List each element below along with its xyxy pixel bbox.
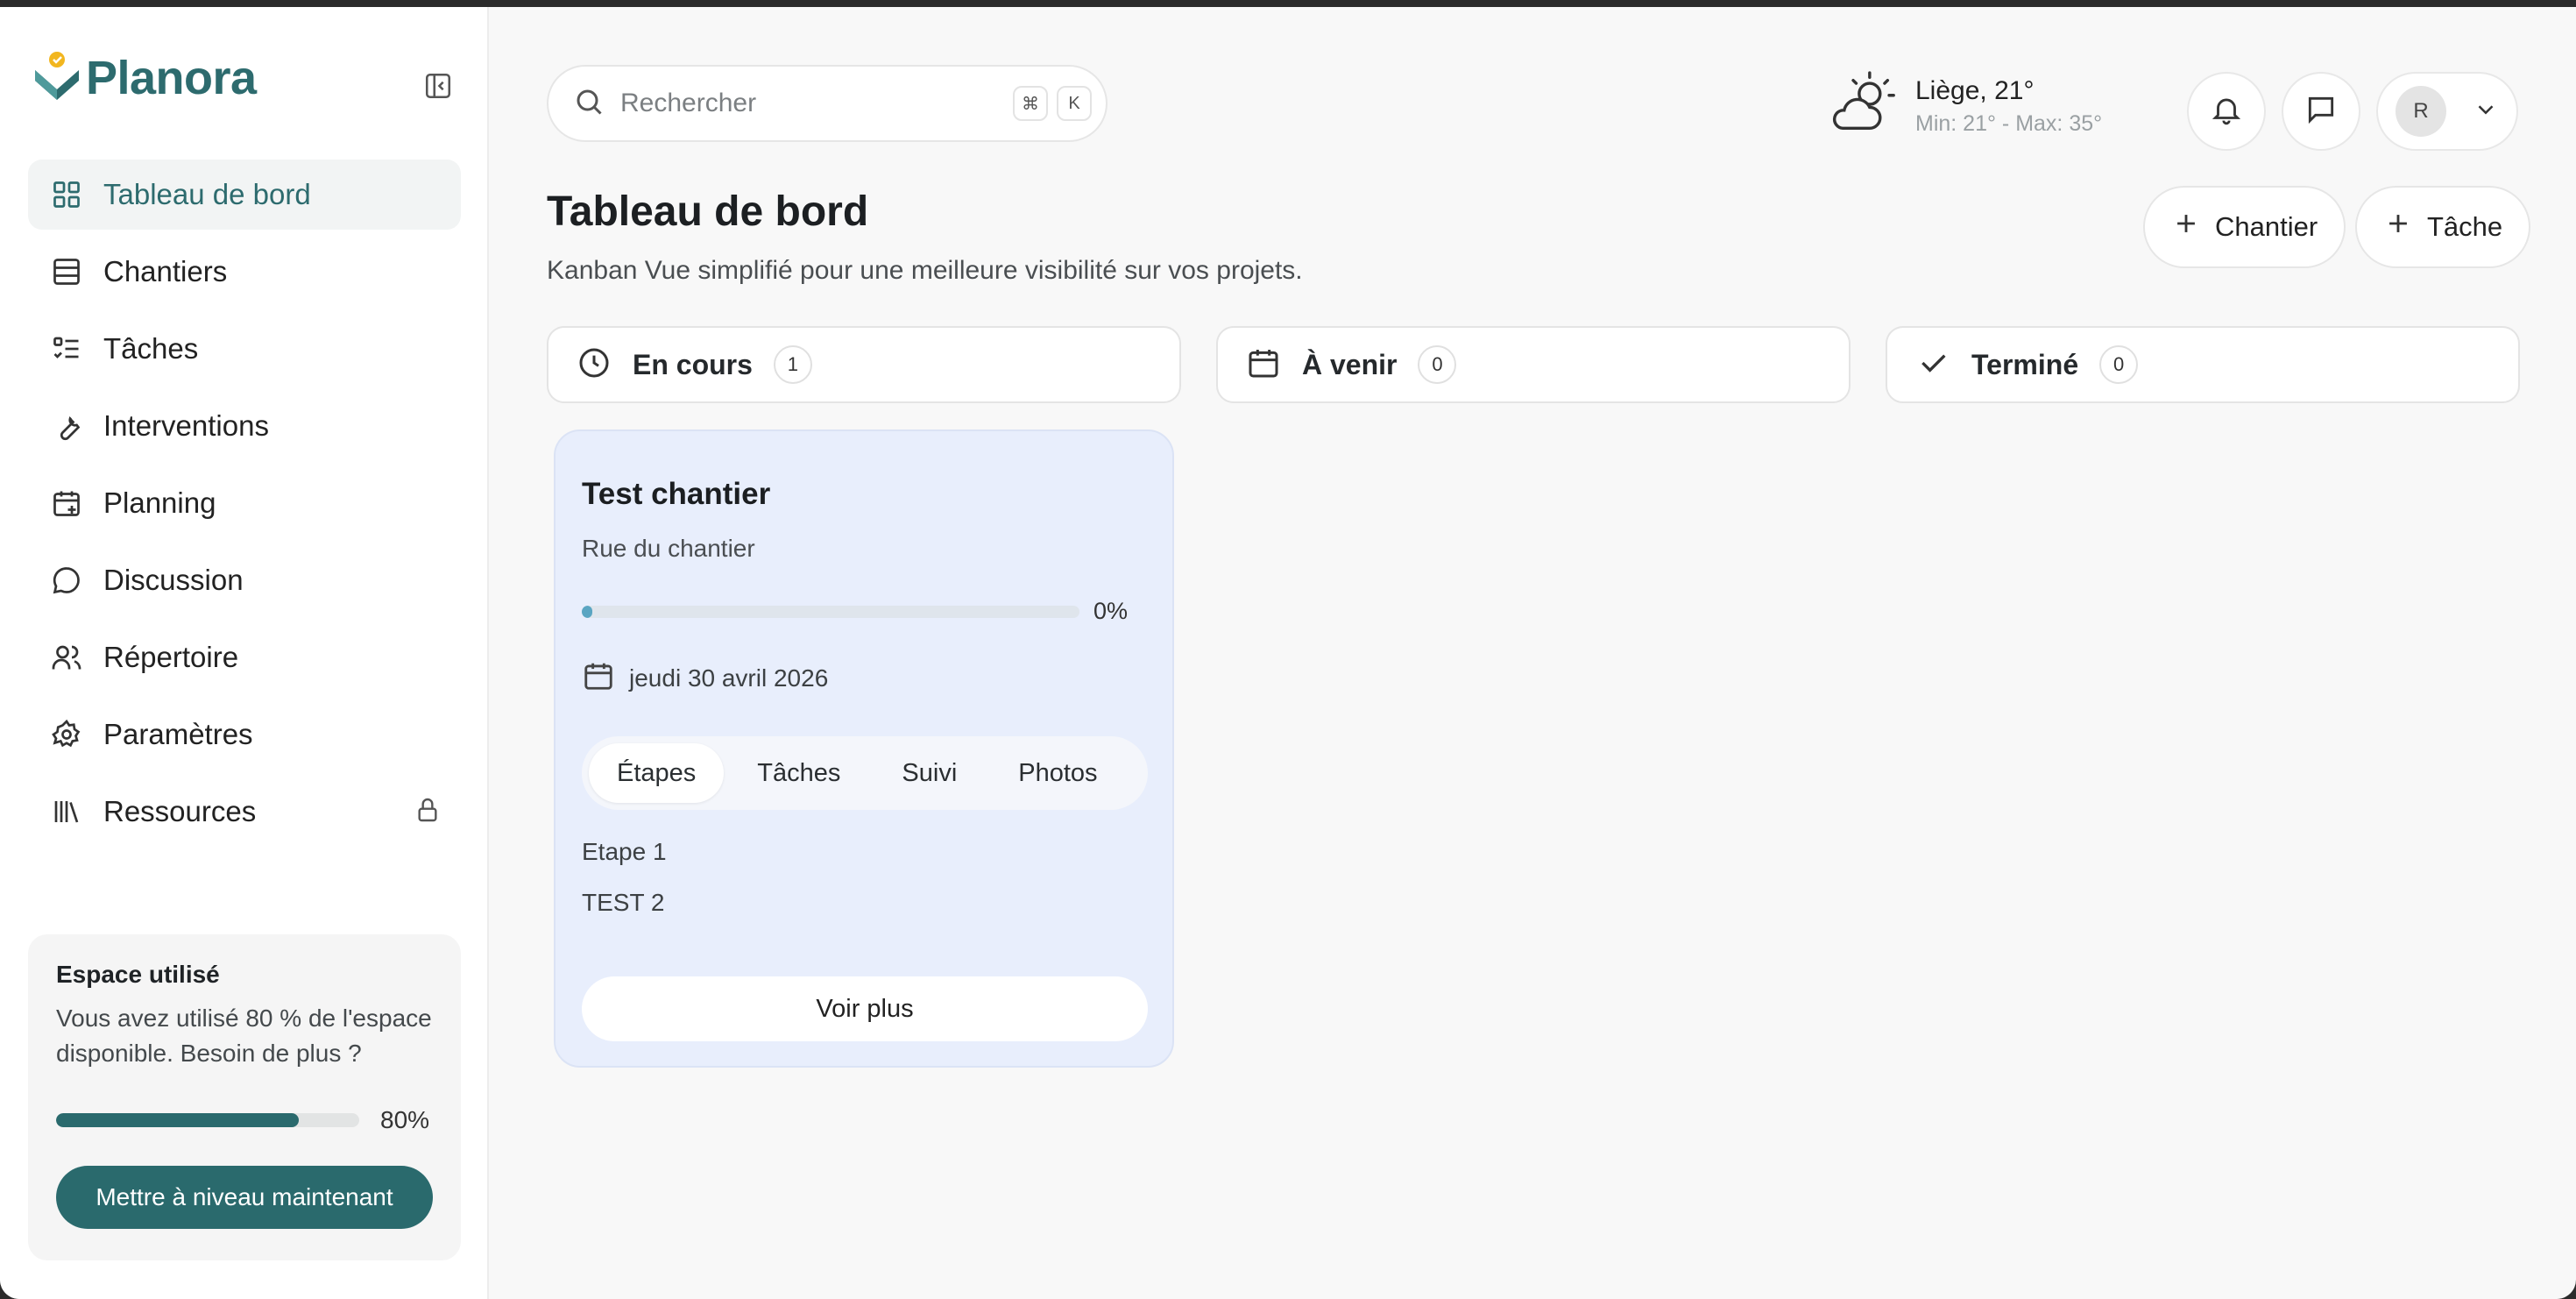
grid-icon: [49, 177, 84, 212]
tab-etapes[interactable]: Étapes: [589, 743, 725, 803]
page-title: Tableau de bord: [547, 188, 869, 235]
step-item: Etape 1: [582, 838, 667, 865]
add-chantier-button[interactable]: Chantier: [2143, 186, 2346, 268]
sidebar-item-taches[interactable]: Tâches: [28, 314, 461, 384]
column-title: À venir: [1302, 348, 1398, 380]
lock-icon: [414, 796, 442, 828]
sidebar-item-label: Tâches: [103, 332, 199, 365]
column-count: 1: [773, 345, 812, 384]
column-title: En cours: [633, 348, 753, 380]
sidebar: Planora Tableau de bord Chantiers Tâches…: [0, 7, 489, 1299]
sidebar-item-tableau-de-bord[interactable]: Tableau de bord: [28, 160, 461, 230]
search-icon: [573, 86, 605, 122]
gear-icon: [49, 717, 84, 752]
app-window: Planora Tableau de bord Chantiers Tâches…: [0, 7, 2576, 1299]
chantier-card[interactable]: Test chantier Rue du chantier 0% jeudi 3…: [554, 429, 1174, 1068]
step-item: TEST 2: [582, 889, 665, 916]
weather-widget: Liège, 21° Min: 21° - Max: 35°: [1828, 68, 2102, 145]
card-address: Rue du chantier: [582, 535, 755, 562]
check-icon: [1915, 345, 1950, 385]
logo-text: Planora: [86, 52, 257, 104]
weather-city: Liège, 21°: [1915, 76, 2035, 105]
sidebar-item-label: Interventions: [103, 409, 269, 442]
card-progress-fill: [582, 605, 592, 618]
logo-icon: [35, 52, 79, 100]
card-tabs: Étapes Tâches Suivi Photos: [582, 736, 1148, 810]
sidebar-item-label: Discussion: [103, 564, 244, 596]
sidebar-item-label: Tableau de bord: [103, 178, 311, 210]
storage-percent: 80%: [380, 1106, 430, 1133]
sidebar-item-label: Paramètres: [103, 718, 253, 750]
storage-progress-fill: [56, 1113, 299, 1127]
see-more-button[interactable]: Voir plus: [582, 976, 1148, 1041]
chevron-down-icon: [2473, 96, 2499, 127]
chat-bubble-icon: [49, 563, 84, 598]
bell-icon: [2210, 93, 2243, 131]
storage-panel: Espace utilisé Vous avez utilisé 80 % de…: [28, 934, 461, 1260]
search-shortcut: ⌘ K: [1013, 86, 1092, 121]
sidebar-item-parametres[interactable]: Paramètres: [28, 699, 461, 770]
plus-icon: [2383, 209, 2413, 245]
storage-progress-bar: [56, 1113, 359, 1127]
sidebar-item-chantiers[interactable]: Chantiers: [28, 237, 461, 307]
logo[interactable]: Planora: [32, 47, 257, 109]
layers-icon: [49, 254, 84, 289]
messages-button[interactable]: [2282, 72, 2360, 151]
calendar-plus-icon: [49, 486, 84, 521]
column-title: Terminé: [1971, 348, 2079, 380]
command-key: ⌘: [1013, 86, 1048, 121]
partly-cloudy-icon: [1828, 68, 1900, 145]
user-menu-button[interactable]: R: [2376, 72, 2518, 151]
sidebar-item-discussion[interactable]: Discussion: [28, 545, 461, 615]
sidebar-item-repertoire[interactable]: Répertoire: [28, 622, 461, 692]
sidebar-item-label: Planning: [103, 486, 216, 519]
sidebar-nav: Tableau de bord Chantiers Tâches Interve…: [28, 160, 461, 854]
message-square-icon: [2304, 93, 2338, 131]
users-icon: [49, 640, 84, 675]
plus-icon: [2171, 209, 2201, 245]
card-date: jeudi 30 avril 2026: [629, 664, 829, 692]
column-header-termine[interactable]: Terminé 0: [1886, 326, 2520, 403]
storage-title: Espace utilisé: [56, 961, 220, 988]
checklist-icon: [49, 331, 84, 366]
storage-description: Vous avez utilisé 80 % de l'espace dispo…: [56, 1004, 432, 1067]
search-bar[interactable]: ⌘ K: [547, 65, 1108, 142]
card-title: Test chantier: [582, 477, 771, 511]
k-key: K: [1057, 86, 1092, 121]
sidebar-item-label: Répertoire: [103, 641, 239, 673]
sidebar-item-planning[interactable]: Planning: [28, 468, 461, 538]
column-count: 0: [1418, 345, 1457, 384]
notifications-button[interactable]: [2187, 72, 2266, 151]
calendar-icon: [1246, 345, 1281, 385]
sidebar-item-label: Chantiers: [103, 255, 228, 287]
weather-minmax: Min: 21° - Max: 35°: [1915, 111, 2103, 136]
card-progress-percent: 0%: [1093, 598, 1129, 624]
add-task-label: Tâche: [2427, 211, 2503, 242]
column-header-en-cours[interactable]: En cours 1: [547, 326, 1181, 403]
calendar-icon: [582, 659, 615, 697]
tab-suivi[interactable]: Suivi: [874, 743, 985, 803]
page-subtitle: Kanban Vue simplifié pour une meilleure …: [547, 256, 1303, 285]
upgrade-button[interactable]: Mettre à niveau maintenant: [56, 1166, 433, 1229]
column-count: 0: [2099, 345, 2139, 384]
tab-taches[interactable]: Tâches: [729, 743, 868, 803]
sidebar-item-label: Ressources: [103, 795, 257, 827]
tab-photos[interactable]: Photos: [990, 743, 1125, 803]
add-chantier-label: Chantier: [2215, 211, 2318, 242]
add-task-button[interactable]: Tâche: [2355, 186, 2531, 268]
sidebar-item-ressources[interactable]: Ressources: [28, 777, 461, 847]
sidebar-item-interventions[interactable]: Interventions: [28, 391, 461, 461]
wrench-icon: [49, 408, 84, 444]
avatar: R: [2396, 86, 2446, 137]
card-progress-bar: [582, 605, 1079, 618]
clock-icon: [577, 345, 612, 385]
search-input[interactable]: [620, 89, 988, 118]
library-icon: [49, 794, 84, 829]
column-header-a-venir[interactable]: À venir 0: [1216, 326, 1851, 403]
collapse-sidebar-icon[interactable]: [421, 68, 456, 103]
